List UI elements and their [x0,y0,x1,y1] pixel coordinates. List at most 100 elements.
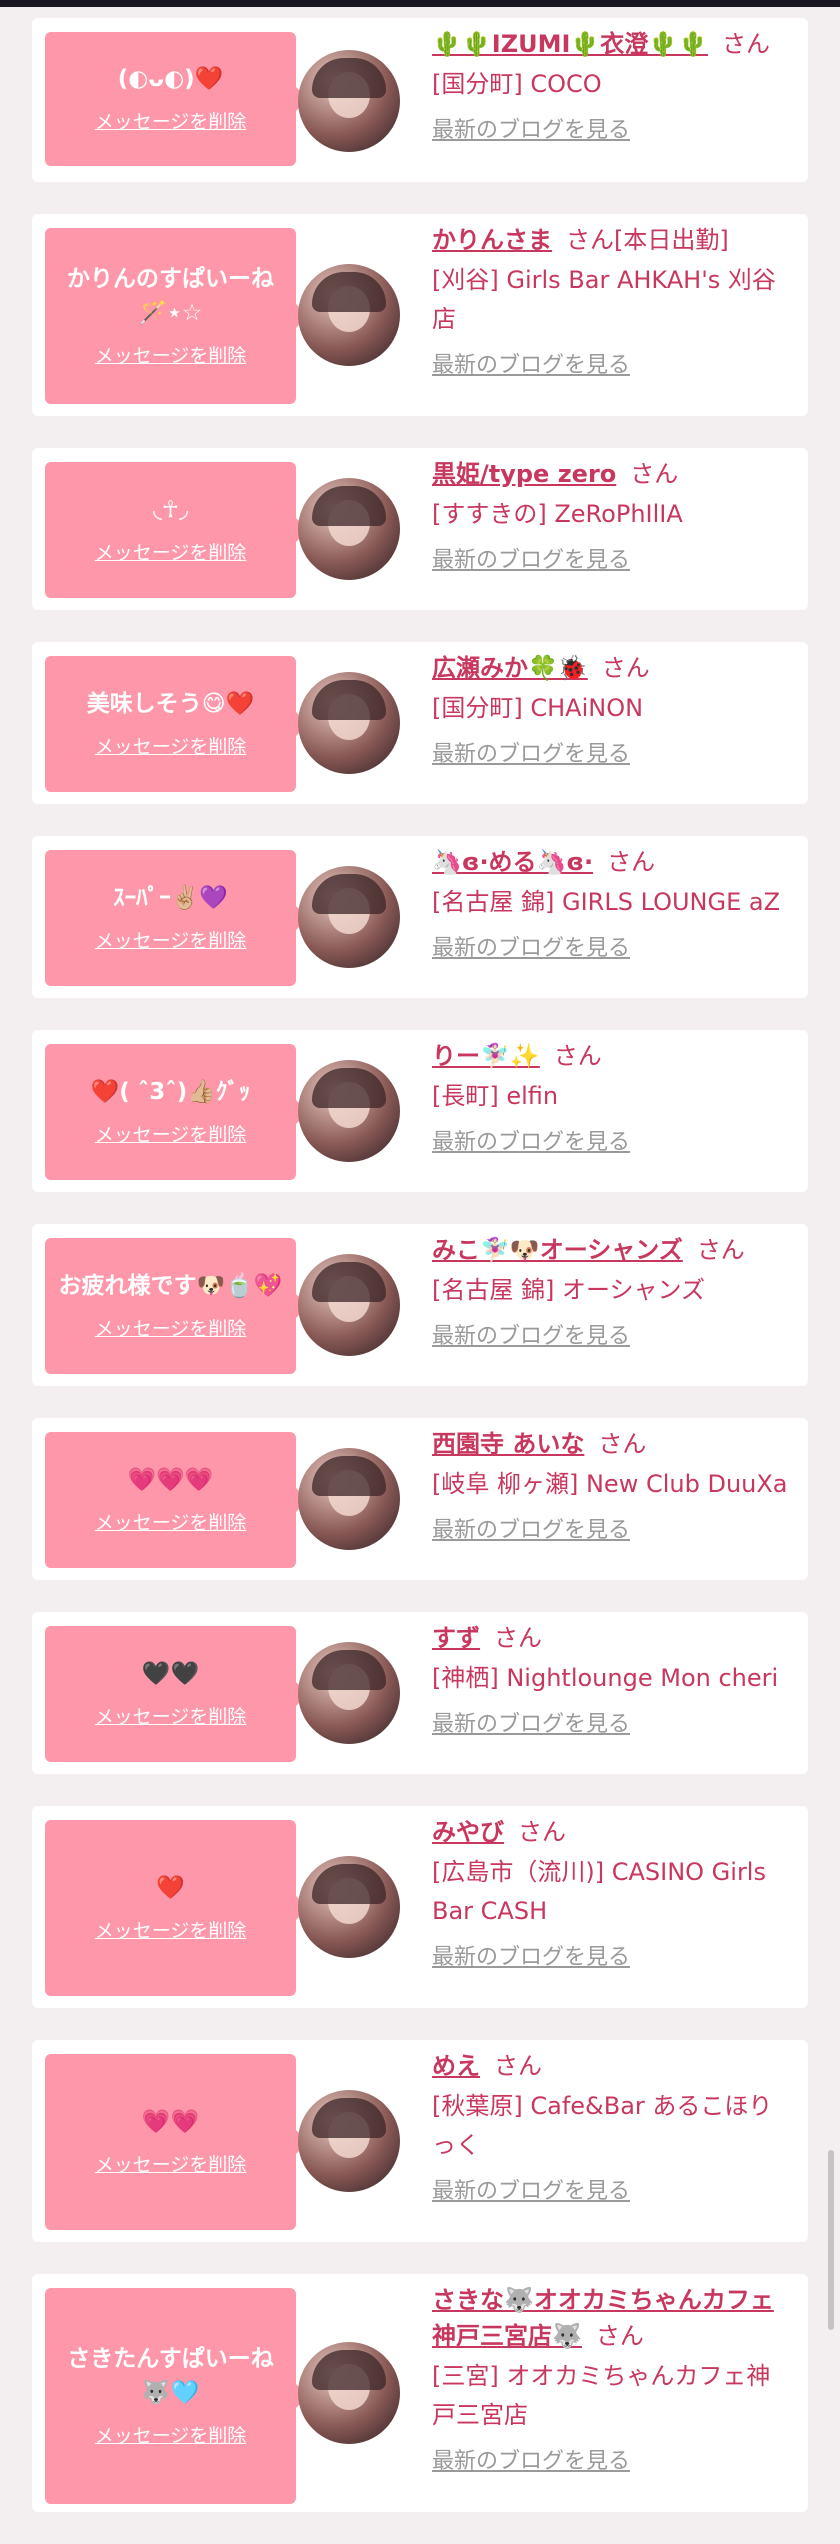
avatar[interactable] [298,1254,400,1356]
delete-message-link[interactable]: メッセージを削除 [95,539,247,567]
message-text: お疲れ様です🐶🍵💖 [58,1273,283,1299]
latest-blog-link[interactable]: 最新のブログを見る [432,1128,630,1158]
latest-blog-link[interactable]: 最新のブログを見る [432,1322,630,1352]
profile-info: めえ さん [秋葉原] Cafe&Bar あるこほりっく 最新のブログを見る [432,2040,808,2225]
latest-blog-link[interactable]: 最新のブログを見る [432,351,630,381]
profile-name-link[interactable]: みこ🧚🏻‍♀️🐶オーシャンズ [432,1236,683,1264]
name-suffix: さん [598,1430,647,1458]
latest-blog-link[interactable]: 最新のブログを見る [432,740,630,770]
profile-info: りー🧚🏻‍♀️✨ さん [長町] elfin 最新のブログを見る [432,1030,808,1176]
delete-message-link[interactable]: メッセージを削除 [95,342,247,370]
name-line: 黒姫/type zero さん [432,456,794,492]
latest-blog-link[interactable]: 最新のブログを見る [432,1516,630,1546]
delete-message-link[interactable]: メッセージを削除 [95,1509,247,1537]
message-card: 💗💗 メッセージを削除 めえ さん [秋葉原] Cafe&Bar あるこほりっく … [32,2040,808,2242]
profile-name-link[interactable]: 黒姫/type zero [432,460,616,488]
latest-blog-link[interactable]: 最新のブログを見る [432,2447,630,2477]
avatar[interactable] [298,866,400,968]
name-suffix: さん [722,30,771,58]
shop-label: [すすきの] ZeRoPhIlIA [432,500,683,528]
avatar[interactable] [298,1448,400,1550]
avatar[interactable] [298,672,400,774]
shop-label: [神栖] Nightlounge Mon cheri [432,1664,779,1692]
profile-name-link[interactable]: かりんさま [432,226,552,254]
profile-name-link[interactable]: みやび [432,1818,504,1846]
name-line: りー🧚🏻‍♀️✨ さん [432,1038,794,1074]
message-card: 美味しそう😋❤️ メッセージを削除 広瀬みか🍀🐞 さん [国分町] CHAiNON… [32,642,808,804]
avatar[interactable] [298,1060,400,1162]
latest-blog-link[interactable]: 最新のブログを見る [432,2177,630,2207]
profile-info: かりんさま さん[本日出勤] [刈谷] Girls Bar AHKAH's 刈谷店… [432,214,808,399]
delete-message-link[interactable]: メッセージを削除 [95,1121,247,1149]
message-bubble: かりんのすぱいーね🪄⋆☆ メッセージを削除 [45,228,308,404]
shop-label: [三宮] オオカミちゃんカフェ神戸三宮店 [432,2362,771,2429]
avatar[interactable] [298,2090,400,2192]
message-bubble: 美味しそう😋❤️ メッセージを削除 [45,656,308,792]
profile-name-link[interactable]: めえ [432,2052,480,2080]
delete-message-link[interactable]: メッセージを削除 [95,108,247,136]
name-suffix: さん [630,460,679,488]
profile-name-link[interactable]: 西園寺 あいな [432,1430,584,1458]
message-bubble: 💗💗💗 メッセージを削除 [45,1432,308,1568]
shop-label: [国分町] COCO [432,70,602,98]
avatar[interactable] [298,1642,400,1744]
latest-blog-link[interactable]: 最新のブログを見る [432,934,630,964]
delete-message-link[interactable]: メッセージを削除 [95,1315,247,1343]
profile-info: みやび さん [広島市（流川)] CASINO Girls Bar CASH 最新… [432,1806,808,1991]
message-text: 💗💗💗 [127,1467,214,1493]
name-suffix: さん [595,2322,644,2350]
profile-name-link[interactable]: 🦄ɞ·める🦄ɞ· [432,848,593,876]
message-bubble: ❤️ メッセージを削除 [45,1820,308,1996]
delete-message-link[interactable]: メッセージを削除 [95,2151,247,2179]
message-card: かりんのすぱいーね🪄⋆☆ メッセージを削除 かりんさま さん[本日出勤] [刈谷]… [32,214,808,416]
delete-message-link[interactable]: メッセージを削除 [95,1703,247,1731]
avatar[interactable] [298,264,400,366]
name-line: めえ さん [432,2048,794,2084]
name-suffix: さん [494,1624,542,1652]
shop-label: [刈谷] Girls Bar AHKAH's 刈谷店 [432,266,776,333]
profile-name-link[interactable]: 広瀬みか🍀🐞 [432,654,588,682]
message-text: 💗💗 [141,2109,200,2135]
message-bubble: 🖤🖤 メッセージを削除 [45,1626,308,1762]
name-suffix: さん [553,1042,602,1070]
name-suffix: さん [601,654,650,682]
delete-message-link[interactable]: メッセージを削除 [95,927,247,955]
shop-label: [国分町] CHAiNON [432,694,644,722]
message-card: ｽｰﾊﾟｰ✌🏼💜 メッセージを削除 🦄ɞ·める🦄ɞ· さん [名古屋 錦] GIR… [32,836,808,998]
latest-blog-link[interactable]: 最新のブログを見る [432,1943,630,1973]
message-bubble: ｽｰﾊﾟｰ✌🏼💜 メッセージを削除 [45,850,308,986]
avatar[interactable] [298,2342,400,2444]
profile-info: 広瀬みか🍀🐞 さん [国分町] CHAiNON 最新のブログを見る [432,642,808,788]
scrollbar[interactable] [828,2150,834,2330]
delete-message-link[interactable]: メッセージを削除 [95,2422,247,2450]
message-card: 💗💗💗 メッセージを削除 西園寺 あいな さん [岐阜 柳ヶ瀬] New Club… [32,1418,808,1580]
name-line: かりんさま さん[本日出勤] [432,222,794,258]
profile-info: さきな🐺オオカミちゃんカフェ神戸三宮店🐺 さん [三宮] オオカミちゃんカフェ神戸… [432,2274,808,2495]
message-card: お疲れ様です🐶🍵💖 メッセージを削除 みこ🧚🏻‍♀️🐶オーシャンズ さん [名古屋… [32,1224,808,1386]
delete-message-link[interactable]: メッセージを削除 [95,733,247,761]
avatar[interactable] [298,478,400,580]
profile-info: 西園寺 あいな さん [岐阜 柳ヶ瀬] New Club DuuXa 最新のブログ… [432,1418,808,1564]
message-text: かりんのすぱいーね🪄⋆☆ [67,266,274,326]
name-suffix: さん[本日出勤] [566,226,729,254]
message-card: ◟☥◞ メッセージを削除 黒姫/type zero さん [すすきの] ZeRoP… [32,448,808,610]
profile-name-link[interactable]: すず [432,1624,480,1652]
shop-label: [広島市（流川)] CASINO Girls Bar CASH [432,1858,766,1925]
profile-info: みこ🧚🏻‍♀️🐶オーシャンズ さん [名古屋 錦] オーシャンズ 最新のブログを見… [432,1224,808,1370]
name-line: 広瀬みか🍀🐞 さん [432,650,794,686]
name-line: みやび さん [432,1814,794,1850]
profile-info: 🦄ɞ·める🦄ɞ· さん [名古屋 錦] GIRLS LOUNGE aZ 最新のブロ… [432,836,808,982]
message-bubble: さきたんすぱいーね🐺🩵 メッセージを削除 [45,2288,308,2504]
name-suffix: さん [696,1236,745,1264]
latest-blog-link[interactable]: 最新のブログを見る [432,1710,630,1740]
avatar[interactable] [298,50,400,152]
profile-name-link[interactable]: 🌵🌵IZUMI🌵衣澄🌵🌵 [432,30,708,58]
message-card: さきたんすぱいーね🐺🩵 メッセージを削除 さきな🐺オオカミちゃんカフェ神戸三宮店… [32,2274,808,2512]
avatar[interactable] [298,1856,400,1958]
delete-message-link[interactable]: メッセージを削除 [95,1917,247,1945]
latest-blog-link[interactable]: 最新のブログを見る [432,546,630,576]
message-text: ◟☥◞ [153,497,188,523]
latest-blog-link[interactable]: 最新のブログを見る [432,116,630,146]
profile-name-link[interactable]: りー🧚🏻‍♀️✨ [432,1042,540,1070]
message-card: (◐ᴗ◐)❤️ メッセージを削除 🌵🌵IZUMI🌵衣澄🌵🌵 さん [国分町] CO… [32,18,808,182]
